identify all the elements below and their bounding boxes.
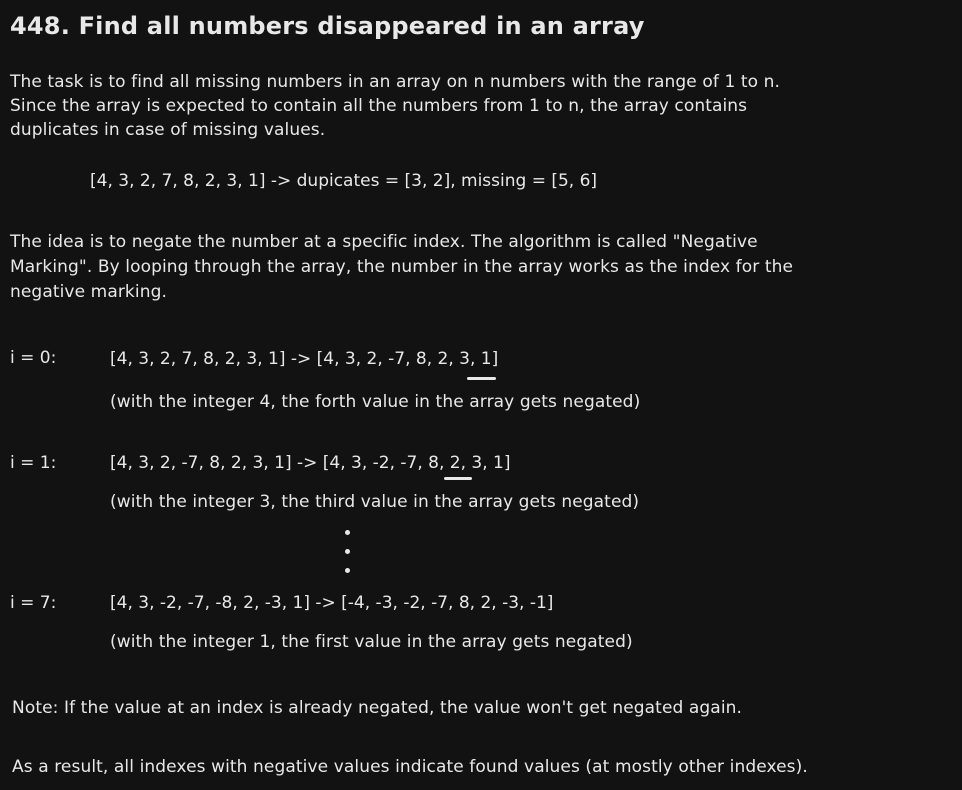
step-0-expression: [4, 3, 2, 7, 8, 2, 3, 1] -> [4, 3, 2, -7… xyxy=(110,349,499,369)
step-1-note: (with the integer 3, the third value in … xyxy=(110,492,640,512)
ellipsis-dot-2 xyxy=(345,549,350,554)
step-7-label: i = 7: xyxy=(10,593,57,613)
step-7-expression: [4, 3, -2, -7, -8, 2, -3, 1] -> [-4, -3,… xyxy=(110,593,554,613)
idea-line-3: negative marking. xyxy=(10,282,167,302)
step-1-label: i = 1: xyxy=(10,453,57,473)
step-1-highlight-underline xyxy=(444,477,472,480)
ellipsis-dot-1 xyxy=(345,530,350,535)
step-1-expression: [4, 3, 2, -7, 8, 2, 3, 1] -> [4, 3, -2, … xyxy=(110,453,511,473)
page-title: 448. Find all numbers disappeared in an … xyxy=(10,12,645,40)
intro-line-3: duplicates in case of missing values. xyxy=(10,120,326,140)
intro-line-2: Since the array is expected to contain a… xyxy=(10,96,748,116)
idea-line-1: The idea is to negate the number at a sp… xyxy=(10,232,758,252)
step-7-note: (with the integer 1, the first value in … xyxy=(110,632,633,652)
ellipsis-dot-3 xyxy=(345,568,350,573)
example-line: [4, 3, 2, 7, 8, 2, 3, 1] -> dupicates = … xyxy=(90,171,598,191)
step-0-label: i = 0: xyxy=(10,348,57,368)
result-line: As a result, all indexes with negative v… xyxy=(12,757,808,777)
step-0-note: (with the integer 4, the forth value in … xyxy=(110,392,641,412)
note-line: Note: If the value at an index is alread… xyxy=(12,698,743,718)
intro-line-1: The task is to find all missing numbers … xyxy=(10,72,781,92)
idea-line-2: Marking". By looping through the array, … xyxy=(10,257,794,277)
step-0-highlight-underline xyxy=(467,377,496,380)
